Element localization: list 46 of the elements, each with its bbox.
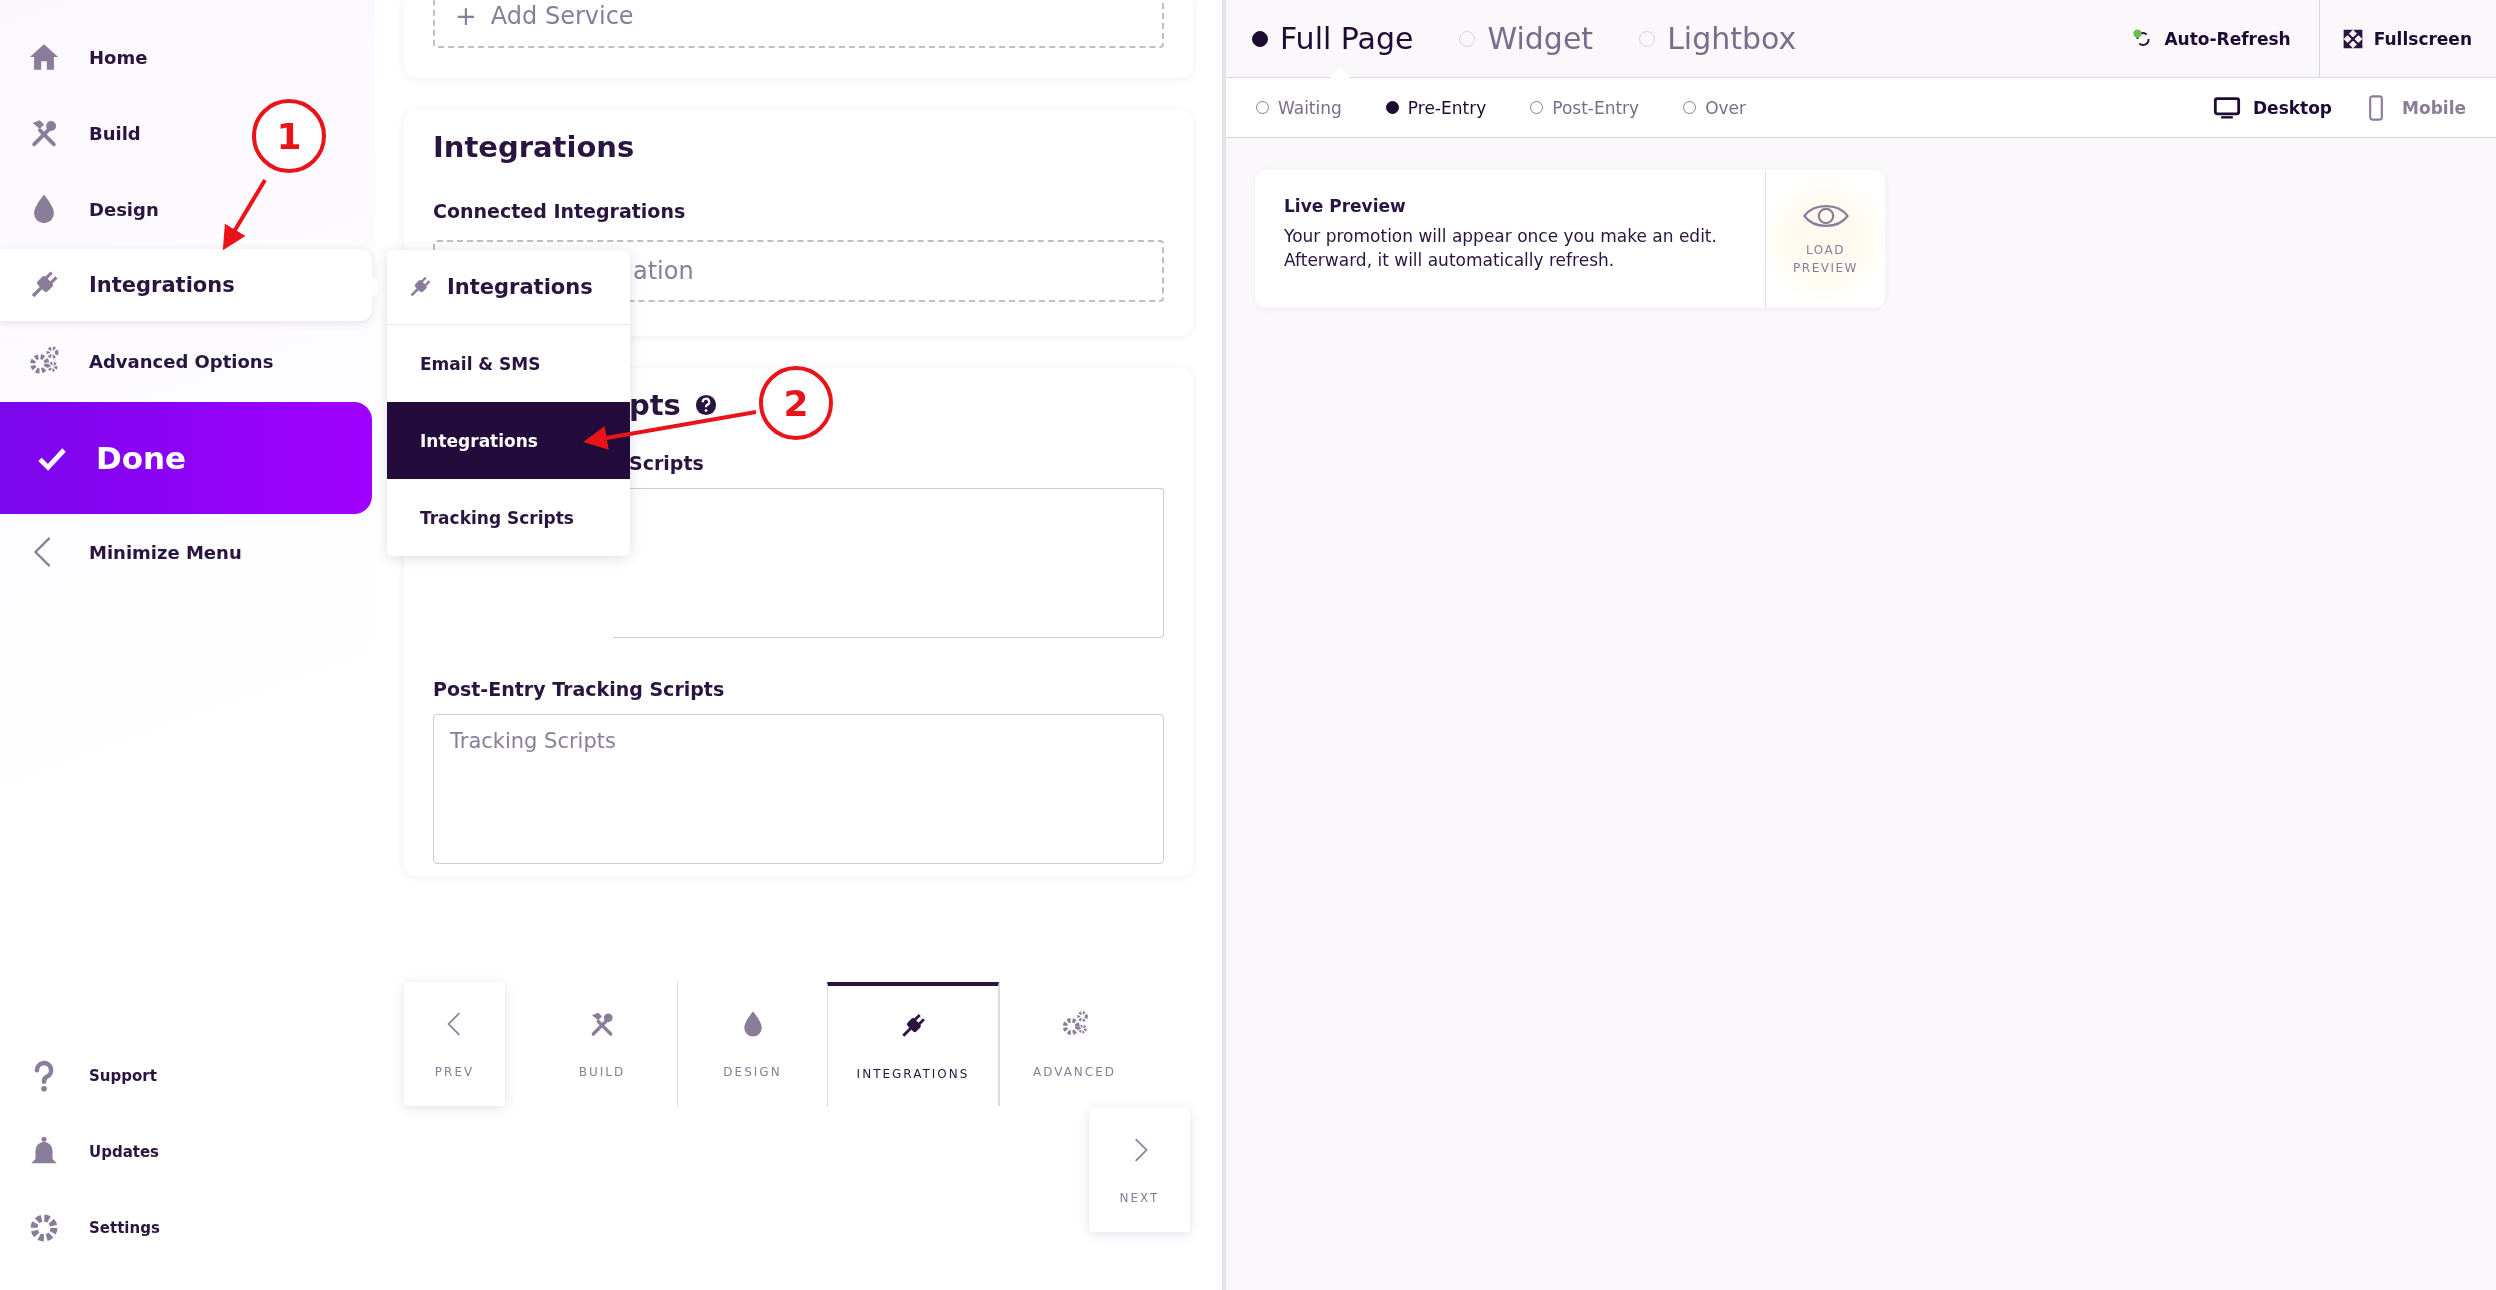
tracking-scripts-field[interactable]: Tracking Scripts (433, 714, 1164, 864)
mode-tab[interactable]: Full Page (1252, 0, 1414, 77)
next-button[interactable]: NEXT (1089, 1108, 1190, 1232)
section-title: pts (629, 388, 681, 422)
field-label: Scripts (629, 452, 704, 474)
state-radio[interactable]: Waiting (1256, 97, 1342, 118)
sidebar-item[interactable]: Settings (0, 1190, 172, 1266)
sidebar-item[interactable]: Support (0, 1038, 169, 1114)
submenu-item[interactable]: Tracking Scripts (387, 479, 630, 556)
auto-refresh-button[interactable]: Auto-Refresh (2104, 0, 2319, 78)
card-title: Live Preview (1284, 196, 1407, 216)
expand-icon (2341, 27, 2364, 50)
section-title: Integrations (433, 130, 636, 164)
tracking-scripts-field[interactable] (613, 488, 1164, 638)
mode-tab[interactable]: Lightbox (1639, 0, 1797, 77)
fullscreen-button[interactable]: Fullscreen (2318, 0, 2496, 78)
submenu-title: Integrations (447, 275, 593, 299)
step-tab[interactable]: ADVANCED (999, 982, 1149, 1106)
prev-button[interactable]: PREV (404, 982, 505, 1106)
device-toggle[interactable]: Desktop (2213, 93, 2333, 122)
sidebar-item[interactable]: Updates (0, 1114, 172, 1190)
state-radio[interactable]: Pre-Entry (1385, 97, 1487, 118)
load-preview-button[interactable]: LOAD PREVIEW (1765, 170, 1885, 308)
add-integration-button[interactable]: ation (633, 257, 694, 285)
help-icon[interactable] (694, 394, 717, 416)
step-tab[interactable]: BUILD (527, 982, 677, 1106)
sidebar-item[interactable]: Design (0, 171, 171, 247)
sidebar-item[interactable]: Build (0, 95, 153, 171)
add-service-button[interactable]: + Add Service (433, 0, 1164, 48)
state-radio[interactable]: Post-Entry (1530, 97, 1640, 118)
minimize-menu-button[interactable]: Minimize Menu (0, 514, 254, 590)
plus-icon: + (455, 1, 477, 31)
sidebar-item[interactable]: Advanced Options (0, 323, 286, 399)
step-tab[interactable]: DESIGN (677, 982, 827, 1106)
state-radio[interactable]: Over (1683, 97, 1747, 118)
card-text: Your promotion will appear once you make an edit. Afterward, it will automatically refresh. (1284, 225, 1718, 272)
field-label: Post-Entry Tracking Scripts (433, 678, 726, 700)
field-label: Connected Integrations (433, 200, 687, 222)
add-service-label: Add Service (490, 2, 634, 30)
done-button[interactable]: Done (0, 402, 372, 514)
device-toggle[interactable]: Mobile (2362, 93, 2466, 122)
sidebar-item[interactable]: Home (0, 19, 160, 95)
submenu-item[interactable]: Email & SMS (387, 325, 630, 402)
mode-tab[interactable]: Widget (1459, 0, 1594, 77)
submenu-item[interactable]: Integrations (387, 402, 630, 479)
step-tab[interactable]: INTEGRATIONS (827, 982, 999, 1106)
